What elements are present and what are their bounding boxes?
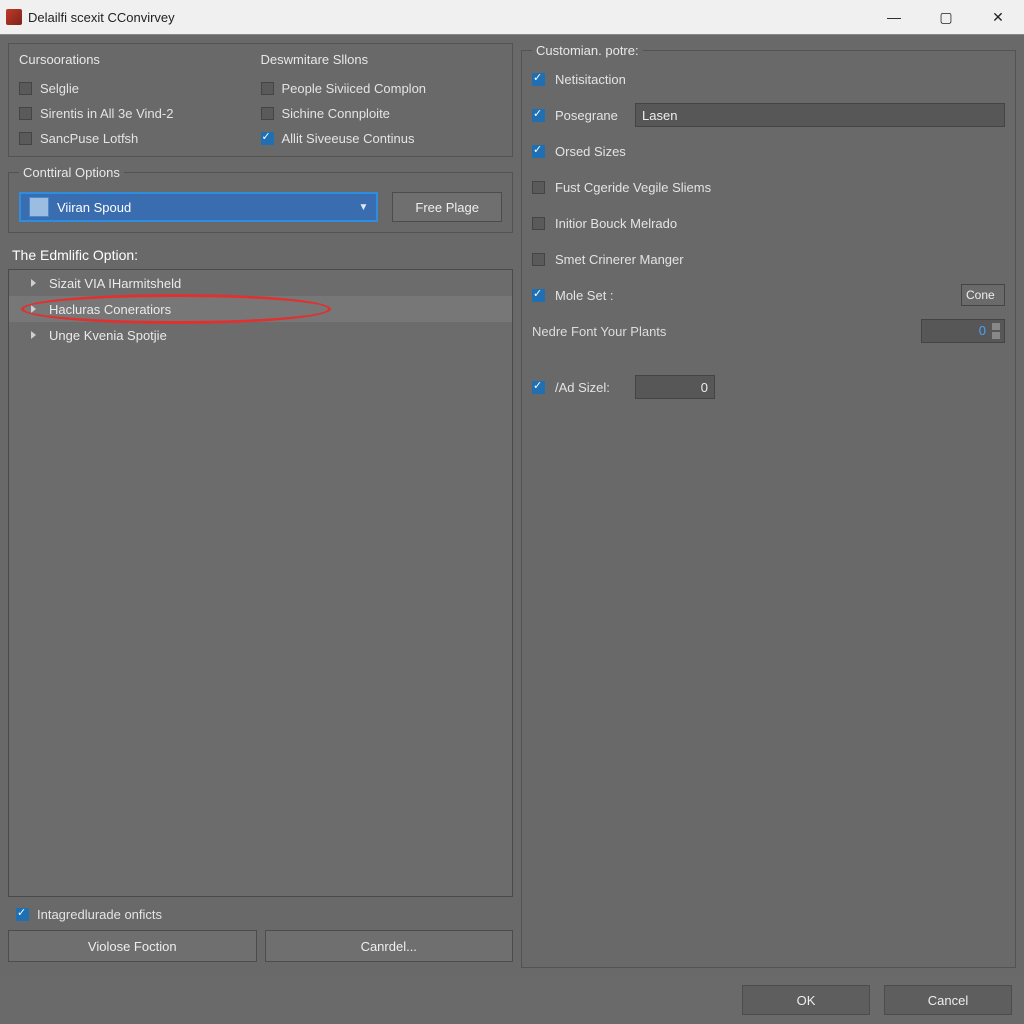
lbl-initior[interactable]: Initior Bouck Melrado bbox=[555, 216, 677, 231]
tree-item-hacluras[interactable]: Hacluras Coneratiors bbox=[9, 296, 512, 322]
control-options-title: Conttiral Options bbox=[19, 165, 124, 180]
lbl-smet[interactable]: Smet Crinerer Manger bbox=[555, 252, 684, 267]
chk-people[interactable] bbox=[261, 82, 274, 95]
lbl-integrate[interactable]: Intagredlurade onficts bbox=[37, 907, 162, 922]
lbl-netisitaction[interactable]: Netisitaction bbox=[555, 72, 626, 87]
col-b-title: Deswmitare Sllons bbox=[261, 52, 503, 67]
chk-ad-size[interactable] bbox=[532, 381, 545, 394]
triangle-right-icon bbox=[31, 279, 36, 287]
control-options-group: Conttiral Options Viiran Spoud ▼ Free Pl… bbox=[8, 165, 513, 233]
tree-item-unge[interactable]: Unge Kvenia Spotjie bbox=[9, 322, 512, 348]
maximize-button[interactable]: ▢ bbox=[920, 0, 972, 34]
cursor-orations-group: Cursoorations Selglie Sirentis in All 3e… bbox=[8, 43, 513, 157]
ad-size-input[interactable] bbox=[635, 375, 715, 399]
lbl-people[interactable]: People Siviiced Complon bbox=[282, 81, 427, 96]
tree-item-label: Hacluras Coneratiors bbox=[49, 302, 171, 317]
lbl-posegrane[interactable]: Posegrane bbox=[555, 108, 625, 123]
chk-sancpuse[interactable] bbox=[19, 132, 32, 145]
lbl-orsed[interactable]: Orsed Sizes bbox=[555, 144, 626, 159]
titlebar: Delailfi scexit CConvirvey — ▢ ✕ bbox=[0, 0, 1024, 35]
viiran-spoud-dropdown[interactable]: Viiran Spoud ▼ bbox=[19, 192, 378, 222]
edmlific-option-title: The Edmlific Option: bbox=[12, 247, 513, 263]
cancel-button[interactable]: Cancel bbox=[884, 985, 1012, 1015]
chk-mole-set[interactable] bbox=[532, 289, 545, 302]
window-title: Delailfi scexit CConvirvey bbox=[28, 10, 868, 25]
lbl-sichine[interactable]: Sichine Connploite bbox=[282, 106, 390, 121]
chk-netisitaction[interactable] bbox=[532, 73, 545, 86]
chk-selglie[interactable] bbox=[19, 82, 32, 95]
lbl-sancpuse[interactable]: SancPuse Lotfsh bbox=[40, 131, 138, 146]
triangle-right-icon bbox=[31, 331, 36, 339]
tree-item-sizait[interactable]: Sizait VIA IHarmitsheld bbox=[9, 270, 512, 296]
lbl-selglie[interactable]: Selglie bbox=[40, 81, 79, 96]
posegrane-input[interactable] bbox=[635, 103, 1005, 127]
dropdown-swatch-icon bbox=[29, 197, 49, 217]
chk-sichine[interactable] bbox=[261, 107, 274, 120]
ok-button[interactable]: OK bbox=[742, 985, 870, 1015]
nedre-spinner[interactable]: 0 bbox=[921, 319, 1005, 343]
tree-item-label: Sizait VIA IHarmitsheld bbox=[49, 276, 181, 291]
dropdown-value: Viiran Spoud bbox=[57, 200, 131, 215]
chk-integrate[interactable] bbox=[16, 908, 29, 921]
lbl-mole-set[interactable]: Mole Set : bbox=[555, 288, 625, 303]
minimize-button[interactable]: — bbox=[868, 0, 920, 34]
chk-initior[interactable] bbox=[532, 217, 545, 230]
customian-title: Customian. potre: bbox=[532, 43, 643, 58]
chk-smet[interactable] bbox=[532, 253, 545, 266]
lbl-fust[interactable]: Fust Cgeride Vegile Sliems bbox=[555, 180, 711, 195]
chk-allit[interactable] bbox=[261, 132, 274, 145]
canrdel-button[interactable]: Canrdel... bbox=[265, 930, 514, 962]
option-tree[interactable]: Sizait VIA IHarmitsheld Hacluras Conerat… bbox=[8, 269, 513, 897]
dialog-footer: OK Cancel bbox=[0, 976, 1024, 1024]
tree-item-label: Unge Kvenia Spotjie bbox=[49, 328, 167, 343]
col-a-title: Cursoorations bbox=[19, 52, 261, 67]
triangle-right-icon bbox=[31, 305, 36, 313]
chk-orsed[interactable] bbox=[532, 145, 545, 158]
chk-sirentis[interactable] bbox=[19, 107, 32, 120]
chk-posegrane[interactable] bbox=[532, 109, 545, 122]
lbl-ad-size[interactable]: /Ad Sizel: bbox=[555, 380, 625, 395]
free-plage-button[interactable]: Free Plage bbox=[392, 192, 502, 222]
customian-group: Customian. potre: Netisitaction Posegran… bbox=[521, 43, 1016, 968]
lbl-allit[interactable]: Allit Siveeuse Continus bbox=[282, 131, 415, 146]
close-button[interactable]: ✕ bbox=[972, 0, 1024, 34]
mole-set-combo[interactable]: Cone bbox=[961, 284, 1005, 306]
violose-foction-button[interactable]: Violose Foction bbox=[8, 930, 257, 962]
chevron-down-icon: ▼ bbox=[359, 202, 369, 213]
lbl-sirentis[interactable]: Sirentis in All 3e Vind-2 bbox=[40, 106, 173, 121]
lbl-nedre: Nedre Font Your Plants bbox=[532, 324, 666, 339]
app-icon bbox=[6, 9, 22, 25]
chk-fust[interactable] bbox=[532, 181, 545, 194]
